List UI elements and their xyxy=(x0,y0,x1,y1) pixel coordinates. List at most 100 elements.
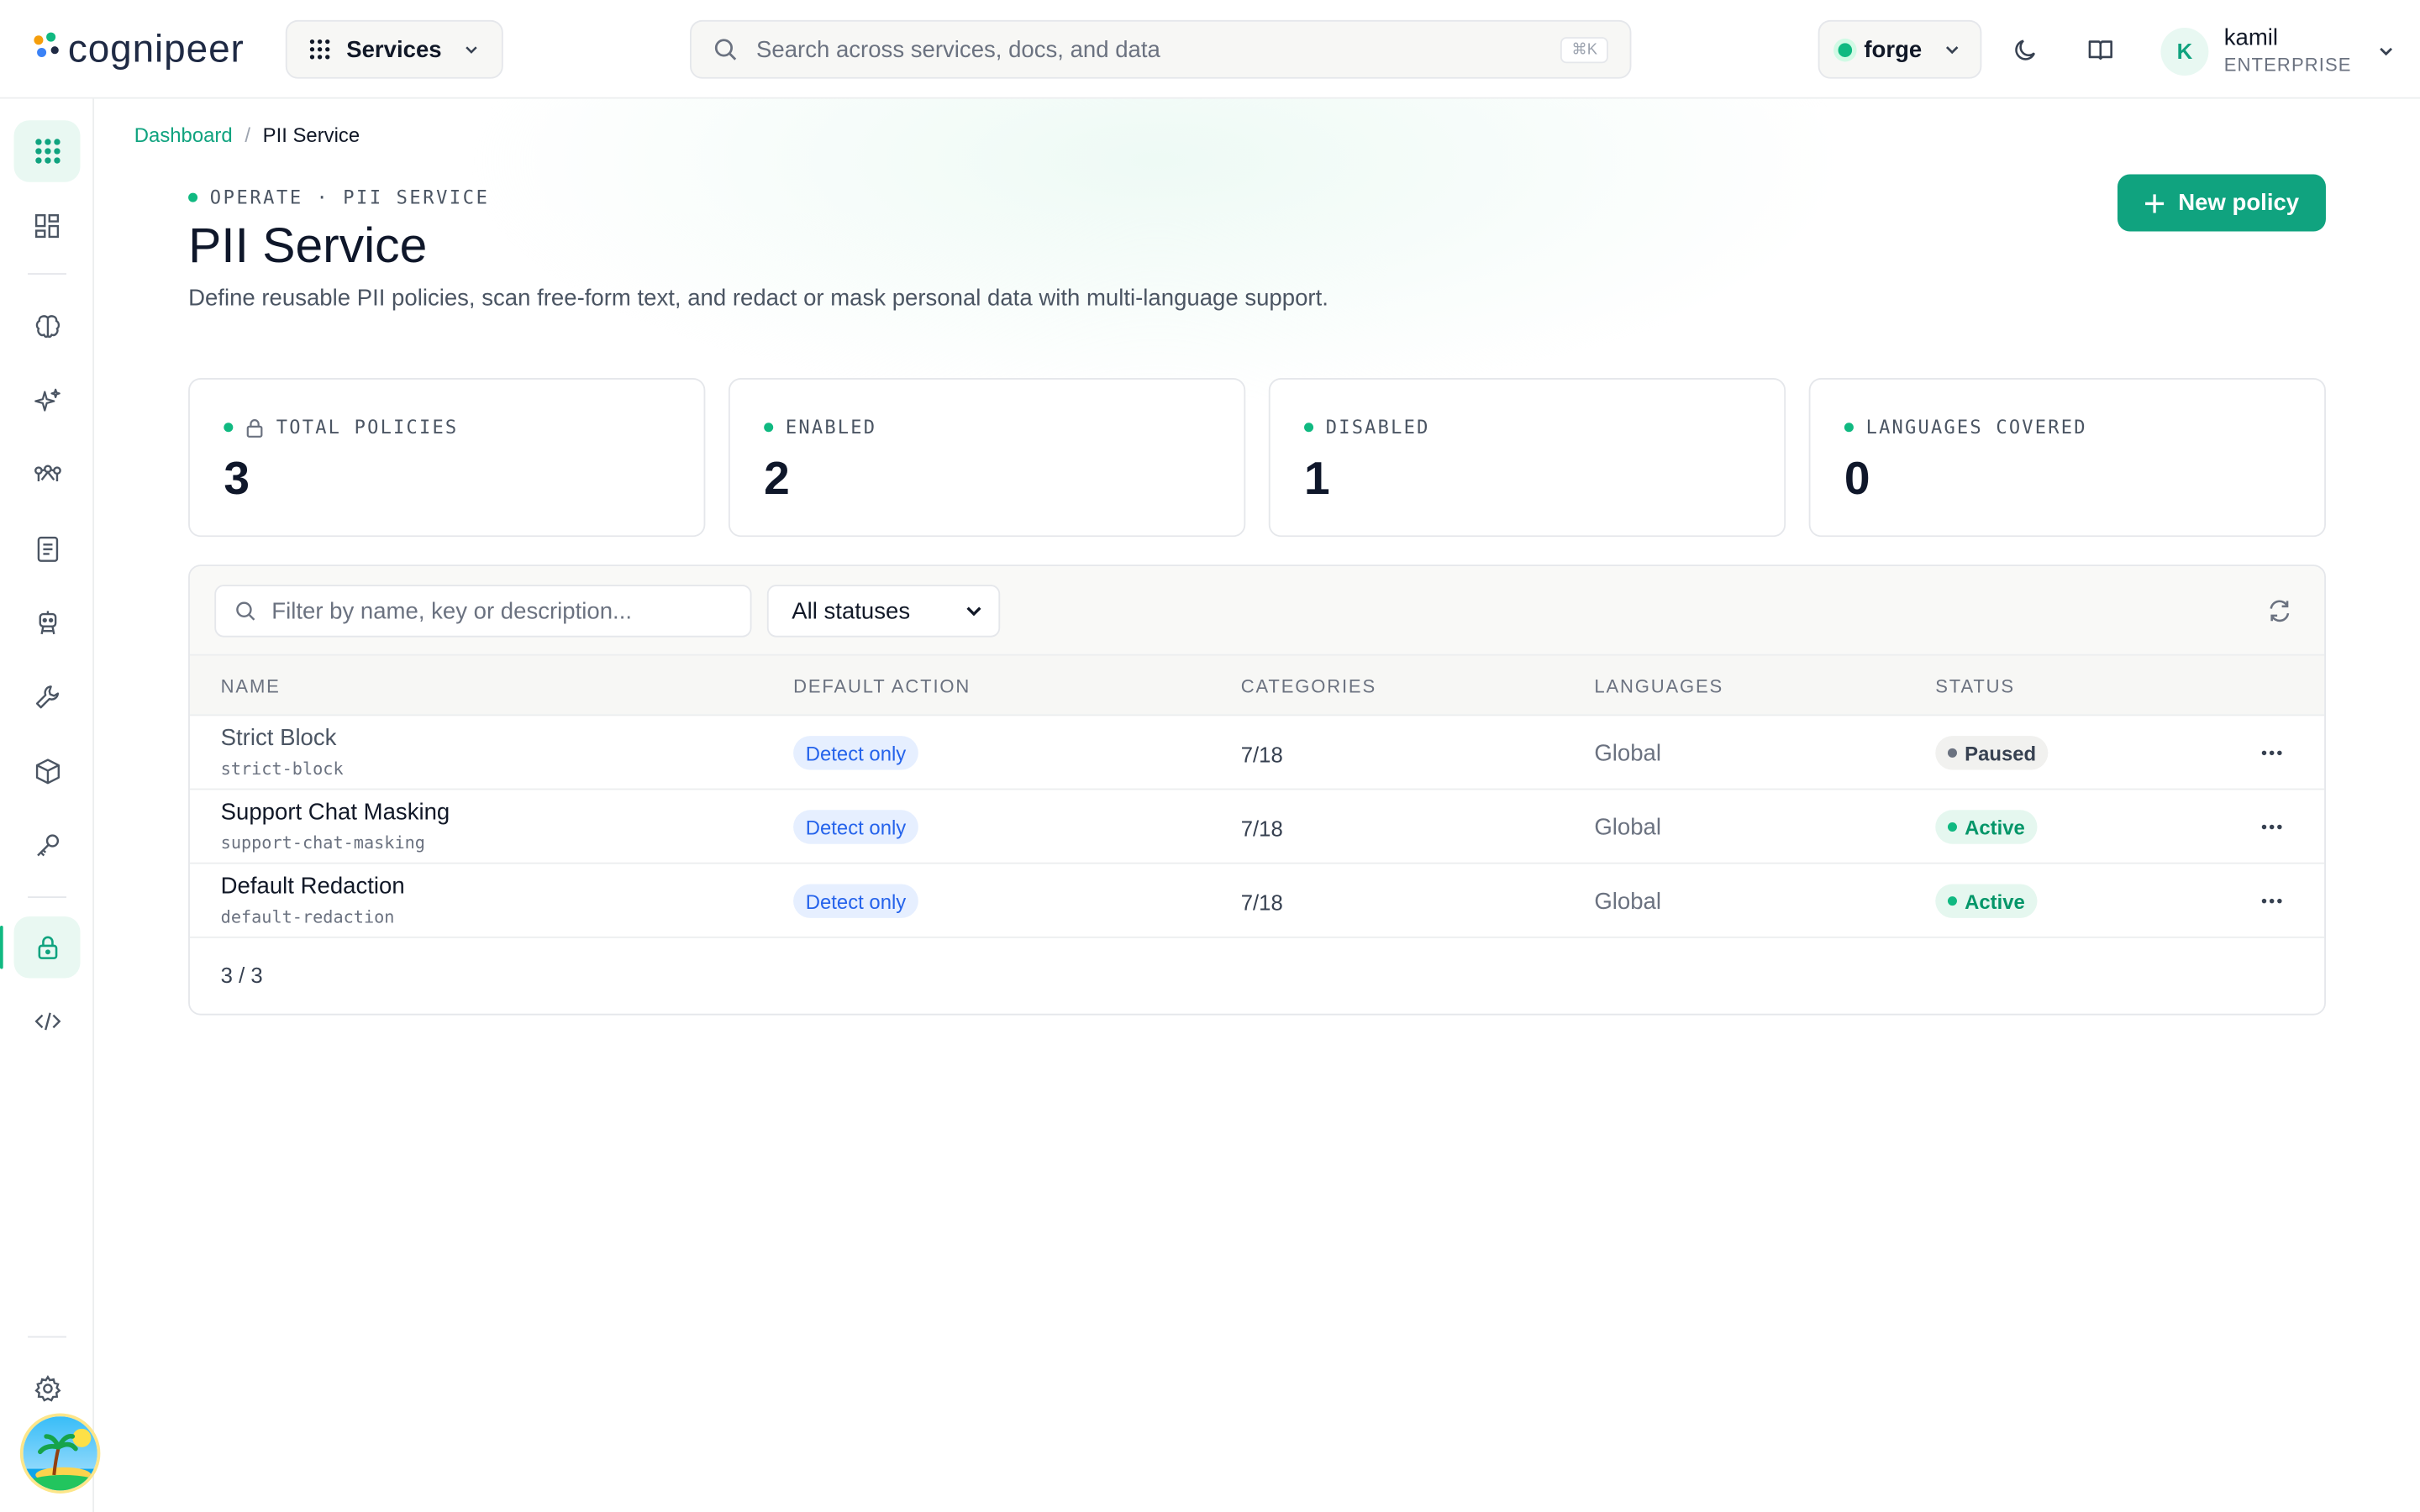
search-icon xyxy=(714,39,737,60)
lock-icon xyxy=(246,418,263,437)
sidebar-item-documents[interactable] xyxy=(14,518,81,580)
sidebar-divider xyxy=(28,896,66,898)
global-search-input[interactable]: Search across services, docs, and data ⌘… xyxy=(690,19,1632,79)
stat-label: LANGUAGES COVERED xyxy=(1865,416,2087,438)
user-plan: ENTERPRISE xyxy=(2223,54,2352,76)
policy-key: strict-block xyxy=(220,759,344,780)
default-action-badge: Detect only xyxy=(793,884,918,918)
filter-field[interactable] xyxy=(214,585,752,638)
key-icon xyxy=(36,834,59,857)
sidebar-item-flows[interactable] xyxy=(14,444,81,506)
header-glow xyxy=(463,98,1853,407)
new-policy-button[interactable]: New policy xyxy=(2118,174,2326,232)
logo-mark-icon xyxy=(34,32,65,66)
row-actions-more-icon[interactable] xyxy=(2258,885,2286,916)
eyebrow-text: OPERATE · PII SERVICE xyxy=(209,186,490,208)
refresh-icon[interactable] xyxy=(2265,597,2293,625)
new-policy-label: New policy xyxy=(2178,189,2300,217)
policy-name[interactable]: Default Redaction xyxy=(221,874,405,901)
categories-count: 7/18 xyxy=(1240,742,1283,767)
stat-label-row: TOTAL POLICIES xyxy=(224,417,458,438)
policy-name[interactable]: Strict Block xyxy=(221,725,344,753)
theme-toggle-moon-icon[interactable] xyxy=(2008,31,2045,68)
filter-input[interactable] xyxy=(271,597,719,624)
pagination-count: 3 / 3 xyxy=(220,963,263,988)
user-name: kamil xyxy=(2223,24,2279,51)
stat-value: 3 xyxy=(224,454,250,505)
policy-name-cell: Support Chat Masking support-chat-maskin… xyxy=(221,799,450,853)
stat-label-row: DISABLED xyxy=(1304,417,1430,438)
sidebar-item-ai[interactable] xyxy=(14,370,81,432)
table-row[interactable]: Strict Block strict-block Detect only 7/… xyxy=(189,716,2325,790)
grid-icon xyxy=(309,39,330,60)
policy-key: default-redaction xyxy=(220,907,395,927)
stat-value: 1 xyxy=(1304,454,1330,505)
breadcrumb-dashboard-link[interactable]: Dashboard xyxy=(134,123,233,147)
status-filter-value: All statuses xyxy=(792,597,911,624)
chevron-down-icon xyxy=(1946,46,1959,55)
languages-value: Global xyxy=(1594,888,1661,916)
column-header-categories[interactable]: CATEGORIES xyxy=(1241,675,1376,697)
stat-label-row: LANGUAGES COVERED xyxy=(1844,417,2087,438)
island-avatar-icon xyxy=(23,1416,97,1491)
wrench-icon xyxy=(34,685,59,709)
environment-name: forge xyxy=(1864,36,1923,63)
default-action-badge: Detect only xyxy=(793,810,918,844)
sidebar-item-tools[interactable] xyxy=(14,666,81,727)
gear-icon xyxy=(34,1375,60,1402)
status-badge: Paused xyxy=(1935,736,2049,770)
sidebar-divider xyxy=(28,273,66,275)
stat-label: TOTAL POLICIES xyxy=(276,416,459,438)
page-description: Define reusable PII policies, scan free-… xyxy=(188,285,1328,312)
column-header-default-action[interactable]: DEFAULT ACTION xyxy=(793,675,971,697)
stat-value: 0 xyxy=(1844,454,1870,505)
status-filter-select[interactable]: All statuses xyxy=(766,585,1001,638)
row-actions-more-icon[interactable] xyxy=(2258,738,2286,769)
services-button[interactable]: Services xyxy=(285,19,503,79)
stat-card-disabled: DISABLED 1 xyxy=(1268,378,1786,538)
sidebar-active-indicator xyxy=(0,926,3,969)
sidebar-item-services[interactable] xyxy=(13,120,81,182)
docs-book-icon[interactable] xyxy=(2082,31,2119,68)
logo[interactable]: cognipeer xyxy=(34,22,244,77)
brain-icon xyxy=(34,315,60,339)
stat-label-row: ENABLED xyxy=(764,417,876,438)
user-menu[interactable]: K kamil ENTERPRISE xyxy=(2160,22,2395,81)
sidebar-item-dashboard[interactable] xyxy=(14,194,81,255)
sidebar-item-models[interactable] xyxy=(14,297,81,358)
row-actions-more-icon[interactable] xyxy=(2258,811,2286,843)
status-text: Paused xyxy=(1965,741,2037,765)
sidebar-item-keys[interactable] xyxy=(14,815,81,876)
sidebar-item-pii-service[interactable] xyxy=(13,916,81,979)
search-shortcut: ⌘K xyxy=(1560,36,1608,63)
policy-name-cell: Default Redaction default-redaction xyxy=(221,874,405,927)
sidebar-item-developer[interactable] xyxy=(14,990,81,1052)
status-dot xyxy=(1947,822,1957,832)
sidebar-item-agents[interactable] xyxy=(14,592,81,654)
environment-status-dot xyxy=(1838,42,1852,57)
logo-text: cognipeer xyxy=(67,27,245,71)
policy-name[interactable]: Support Chat Masking xyxy=(221,799,450,827)
flow-icon xyxy=(34,465,60,482)
column-header-name[interactable]: NAME xyxy=(221,675,281,697)
table-row[interactable]: Default Redaction default-redaction Dete… xyxy=(189,864,2325,938)
sidebar-item-packages[interactable] xyxy=(14,741,81,802)
document-icon xyxy=(36,536,58,562)
sidebar-item-settings[interactable] xyxy=(14,1357,81,1419)
column-header-languages[interactable]: LANGUAGES xyxy=(1594,675,1723,697)
workspace-avatar[interactable] xyxy=(19,1413,101,1494)
status-text: Active xyxy=(1965,815,2025,839)
environment-selector[interactable]: forge xyxy=(1818,19,1982,79)
categories-count: 7/18 xyxy=(1240,890,1283,916)
code-icon xyxy=(34,1012,60,1031)
stat-card-languages-covered: LANGUAGES COVERED 0 xyxy=(1808,378,2326,538)
languages-value: Global xyxy=(1594,740,1661,767)
status-dot xyxy=(1947,896,1957,906)
table-header: NAME DEFAULT ACTION CATEGORIES LANGUAGES… xyxy=(189,655,2325,717)
sparkles-icon xyxy=(34,388,60,412)
search-icon xyxy=(236,601,255,621)
breadcrumb-current: PII Service xyxy=(262,123,360,147)
column-header-status[interactable]: STATUS xyxy=(1935,675,2015,697)
table-row[interactable]: Support Chat Masking support-chat-maskin… xyxy=(189,790,2325,864)
eyebrow-dot xyxy=(188,192,198,202)
